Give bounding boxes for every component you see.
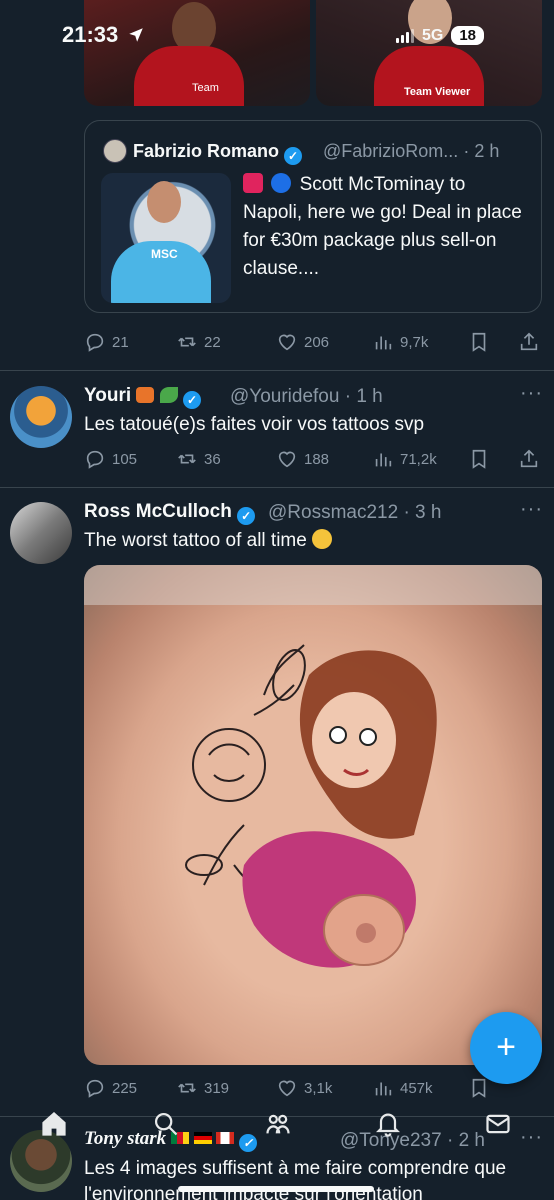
tweet-text: The worst tattoo of all time <box>84 528 333 554</box>
reply-icon <box>86 333 104 352</box>
quoted-tweet-text: Scott McTominay to Napoli, here we go! D… <box>243 173 522 279</box>
reply-button[interactable]: 225 <box>84 1077 137 1099</box>
notifications-icon <box>375 1113 401 1137</box>
tweet-text: Les tatoué(e)s faites voir vos tattoos s… <box>84 414 425 435</box>
notifications-tab[interactable] <box>374 1110 402 1143</box>
retweet-icon <box>178 1083 196 1093</box>
bookmark-button[interactable] <box>468 331 490 353</box>
location-arrow-icon <box>127 26 145 49</box>
previous-tweet-photo-left[interactable]: Team <box>84 0 310 106</box>
sponsor-text: Team Viewer <box>404 86 471 98</box>
tweet-actions: 225 319 3,1k 457k <box>84 1077 542 1105</box>
messages-icon <box>486 1114 510 1134</box>
views-button[interactable]: 457k <box>372 1077 433 1099</box>
like-icon <box>278 451 296 468</box>
compose-button[interactable]: + <box>470 1012 542 1084</box>
status-indicators: 5G 18 <box>396 26 485 45</box>
author-handle: @Youridefou · 1 h <box>230 386 383 407</box>
communities-icon <box>266 1114 290 1134</box>
laughing-emoji-icon <box>312 529 333 549</box>
bookmark-icon <box>472 332 486 352</box>
views-button[interactable]: 9,7k <box>372 331 428 353</box>
retweet-icon <box>178 337 196 347</box>
sponsor-text: Team <box>192 82 219 94</box>
retweet-icon <box>178 454 196 464</box>
reply-button[interactable]: 21 <box>84 331 129 353</box>
quoted-tweet-card[interactable]: Fabrizio Romano ✓ @FabrizioRom... · 2 h … <box>84 120 542 313</box>
views-icon <box>375 336 392 350</box>
tweet-actions: 105 36 188 71,2k <box>84 448 542 476</box>
quoted-author-handle: @FabrizioRom... · 2 h <box>323 141 500 161</box>
bookmark-button[interactable] <box>468 448 490 470</box>
like-button[interactable]: 206 <box>276 331 329 353</box>
blue-circle-emoji-icon <box>271 173 292 193</box>
tweet-photo[interactable] <box>84 565 542 1065</box>
leaf-emoji-icon <box>159 387 178 403</box>
messages-tab[interactable] <box>484 1110 512 1143</box>
player-jersey <box>134 46 244 106</box>
verified-badge-icon: ✓ <box>284 147 303 165</box>
reply-icon <box>86 450 104 469</box>
quoted-tweet-thumbnail[interactable]: MSC <box>101 173 231 303</box>
share-button[interactable] <box>518 448 540 470</box>
author-handle: @Rossmac212 · 3 h <box>268 502 442 523</box>
home-tab[interactable] <box>40 1110 68 1143</box>
reply-button[interactable]: 105 <box>84 448 137 470</box>
status-time: 21:33 <box>62 22 119 47</box>
bookmark-button[interactable] <box>468 1077 490 1099</box>
views-button[interactable]: 71,2k <box>372 448 437 470</box>
like-button[interactable]: 3,1k <box>276 1077 332 1099</box>
retweet-button[interactable]: 22 <box>176 331 221 353</box>
network-label: 5G <box>422 26 444 44</box>
search-icon <box>154 1112 178 1136</box>
signal-icon <box>396 28 414 43</box>
like-icon <box>278 1080 296 1097</box>
more-icon[interactable]: ··· <box>520 498 543 521</box>
like-button[interactable]: 188 <box>276 448 329 470</box>
share-button[interactable] <box>518 331 540 353</box>
views-icon <box>375 453 392 467</box>
retweet-button[interactable]: 319 <box>176 1077 229 1099</box>
battery-indicator: 18 <box>451 26 485 45</box>
siren-emoji-icon <box>243 173 263 193</box>
quoted-author-name[interactable]: Fabrizio Romano ✓ <box>133 141 303 165</box>
views-icon <box>375 1082 392 1096</box>
author-name[interactable]: Ross McCulloch ✓ <box>84 501 256 525</box>
fox-emoji-icon <box>136 387 155 403</box>
retweet-button[interactable]: 36 <box>176 448 221 470</box>
verified-badge-icon: ✓ <box>183 391 201 409</box>
divider <box>0 487 554 488</box>
home-icon <box>42 1112 66 1136</box>
home-indicator <box>178 1186 374 1192</box>
more-icon[interactable]: ··· <box>520 382 543 405</box>
previous-tweet-photo-right[interactable]: Team Viewer <box>316 0 542 106</box>
search-tab[interactable] <box>152 1110 180 1143</box>
bookmark-icon <box>472 449 486 469</box>
like-icon <box>278 334 296 351</box>
tweet-actions: 21 22 206 9,7k <box>84 331 542 359</box>
author-avatar[interactable] <box>10 386 72 448</box>
verified-badge-icon: ✓ <box>237 507 256 525</box>
communities-tab[interactable] <box>264 1110 292 1143</box>
reply-icon <box>86 1079 104 1098</box>
author-avatar[interactable] <box>10 502 72 564</box>
author-name[interactable]: Youri ✓ <box>84 385 201 409</box>
tattoo-illustration <box>84 565 542 968</box>
bookmark-icon <box>472 1078 486 1098</box>
share-icon <box>520 449 538 468</box>
thumbnail-sponsor: MSC <box>151 247 178 261</box>
divider <box>0 370 554 371</box>
player-head <box>147 181 181 223</box>
quoted-author-avatar[interactable] <box>103 139 127 163</box>
share-icon <box>520 332 538 351</box>
